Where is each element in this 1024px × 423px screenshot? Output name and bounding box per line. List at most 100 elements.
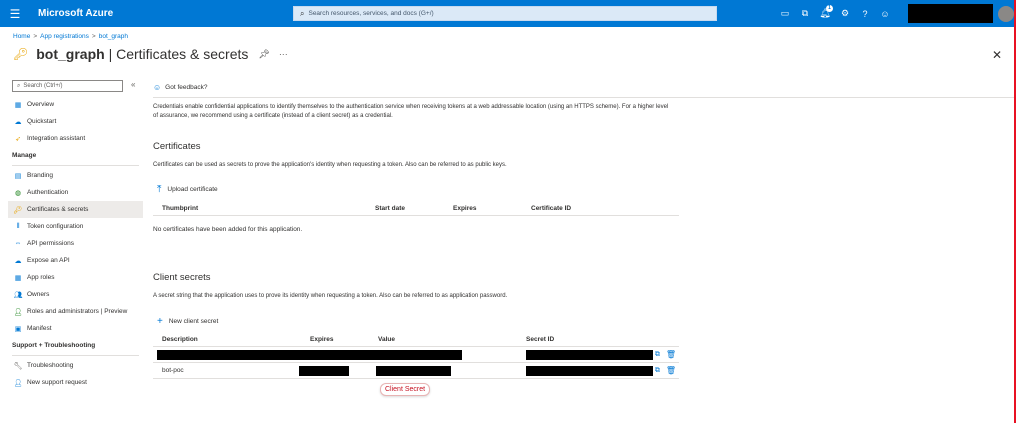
pin-icon[interactable]: 📌︎ — [258, 49, 269, 60]
redacted-description-value — [157, 349, 462, 360]
more-options-icon[interactable]: ··· — [279, 49, 288, 59]
roles-icon: 👤︎ — [13, 308, 23, 316]
sidebar-item-integration-assistant[interactable]: ➶ Integration assistant — [8, 130, 143, 147]
divider — [153, 97, 1014, 98]
branding-icon: ▤ — [14, 172, 22, 180]
col-thumbprint[interactable]: Thumbprint — [153, 205, 375, 212]
sidebar-item-branding[interactable]: ▤ Branding — [8, 167, 143, 184]
app-roles-icon: ▦ — [14, 274, 22, 282]
table-header: Thumbprint Start date Expires Certificat… — [153, 202, 679, 216]
sidebar-search-input[interactable]: ⌕ Search (Ctrl+/) — [12, 80, 123, 92]
copy-icon[interactable]: ⧉ — [655, 351, 660, 359]
search-icon: ⌕ — [300, 8, 305, 18]
manage-heading: Manage — [12, 152, 37, 159]
col-expires[interactable]: Expires — [453, 205, 531, 212]
client-secrets-description: A secret string that the application use… — [153, 293, 508, 299]
trash-icon[interactable]: 🗑︎ — [666, 350, 676, 359]
top-bar: ☰ Microsoft Azure ⌕ Search resources, se… — [0, 0, 1015, 27]
sidebar-item-app-roles[interactable]: ▦ App roles — [8, 269, 143, 286]
col-expires[interactable]: Expires — [310, 336, 378, 343]
client-secrets-table: Description Expires Value Secret ID ⧉ 🗑︎… — [153, 333, 679, 379]
avatar[interactable] — [998, 5, 1014, 22]
upload-certificate-button[interactable]: ⤒ Upload certificate — [157, 184, 218, 195]
no-certificates-message: No certificates have been added for this… — [153, 226, 303, 233]
col-certificate-id[interactable]: Certificate ID — [531, 205, 651, 212]
breadcrumb-app-registrations[interactable]: App registrations — [40, 33, 89, 40]
secret-description: bot-poc — [162, 367, 184, 374]
cloud-icon: ☁ — [14, 257, 22, 265]
sidebar-item-owners[interactable]: 👥︎ Owners — [8, 286, 143, 303]
sidebar-item-overview[interactable]: ▦ Overview — [8, 96, 143, 113]
cloud-shell-icon[interactable]: ▭ — [775, 4, 795, 24]
quickstart-icon: ☁ — [14, 118, 22, 126]
sidebar-item-token-configuration[interactable]: ⦀ Token configuration — [8, 218, 143, 235]
breadcrumb-bot-graph[interactable]: bot_graph — [99, 33, 128, 40]
overview-icon: ▦ — [14, 101, 22, 109]
api-permissions-icon: ⇔ — [14, 240, 22, 247]
sidebar-item-quickstart[interactable]: ☁ Quickstart — [8, 113, 143, 130]
brand-logo[interactable]: Microsoft Azure — [38, 8, 293, 19]
got-feedback-button[interactable]: ☺ Got feedback? — [153, 80, 683, 94]
col-secret-id[interactable]: Secret ID — [526, 336, 676, 343]
sidebar-item-certificates-secrets[interactable]: 🔑︎ Certificates & secrets — [8, 201, 143, 218]
token-icon: ⦀ — [16, 222, 20, 230]
sidebar-item-manifest[interactable]: ▣ Manifest — [8, 320, 143, 337]
certificates-title: Certificates — [153, 141, 201, 152]
client-secret-annotation: Client Secret — [380, 383, 431, 396]
certificates-table: Thumbprint Start date Expires Certificat… — [153, 202, 679, 216]
authentication-icon: ◍ — [14, 189, 22, 197]
breadcrumb: Home > App registrations > bot_graph — [13, 33, 128, 40]
divider — [12, 165, 139, 166]
trash-icon[interactable]: 🗑︎ — [666, 366, 676, 375]
sidebar-item-new-support-request[interactable]: 👤︎ New support request — [8, 374, 143, 391]
global-search-input[interactable]: ⌕ Search resources, services, and docs (… — [293, 6, 717, 21]
col-start-date[interactable]: Start date — [375, 205, 453, 212]
main-content: ☺ Got feedback? Credentials enable confi… — [153, 80, 1014, 121]
table-row: bot-poc ⧉ 🗑︎ — [153, 363, 679, 379]
hamburger-icon[interactable]: ☰ — [0, 7, 30, 21]
redacted-secret-id — [526, 365, 653, 376]
sidebar-item-api-permissions[interactable]: ⇔ API permissions — [8, 235, 143, 252]
col-description[interactable]: Description — [153, 336, 310, 343]
redacted-secret-id — [526, 349, 653, 360]
key-icon: 🔑︎ — [13, 206, 23, 214]
client-secrets-title: Client secrets — [153, 272, 211, 283]
directory-filter-icon[interactable]: ⧉ — [795, 4, 815, 24]
help-icon[interactable]: ? — [855, 4, 875, 24]
support-person-icon: 👤︎ — [13, 379, 23, 387]
breadcrumb-home[interactable]: Home — [13, 33, 30, 40]
collapse-sidebar-icon[interactable]: « — [131, 80, 135, 89]
manifest-icon: ▣ — [14, 325, 22, 333]
table-header: Description Expires Value Secret ID — [153, 333, 679, 347]
settings-gear-icon[interactable]: ⚙ — [835, 4, 855, 24]
feedback-icon: ☺ — [153, 82, 162, 92]
table-row: ⧉ 🗑︎ — [153, 347, 679, 363]
new-client-secret-button[interactable]: + New client secret — [157, 316, 218, 327]
intro-text: Credentials enable confidential applicat… — [153, 104, 669, 119]
feedback-icon[interactable]: ☺ — [875, 4, 895, 24]
divider — [12, 355, 139, 356]
wrench-icon: 🔧︎ — [13, 362, 23, 370]
redacted-expires — [299, 365, 349, 376]
key-icon: 🔑︎ — [13, 47, 29, 61]
search-icon: ⌕ — [17, 82, 21, 89]
support-heading: Support + Troubleshooting — [12, 342, 96, 349]
copy-icon[interactable]: ⧉ — [655, 367, 660, 375]
owners-icon: 👥︎ — [13, 291, 23, 299]
notification-badge: 1 — [826, 4, 833, 12]
sidebar: ▦ Overview ☁ Quickstart ➶ Integration assis… — [8, 96, 143, 391]
sidebar-item-roles-administrators[interactable]: 👤︎ Roles and administrators | Preview — [8, 303, 143, 320]
sidebar-item-authentication[interactable]: ◍ Authentication — [8, 184, 143, 201]
global-search-placeholder: Search resources, services, and docs (G+… — [308, 10, 434, 17]
close-icon[interactable]: ✕ — [992, 48, 1002, 62]
certificates-description: Certificates can be used as secrets to p… — [153, 162, 507, 168]
rocket-icon: ➶ — [15, 135, 21, 143]
toolbar-icons: ▭ ⧉ 🔔︎ 1 ⚙ ? ☺ — [775, 4, 895, 24]
account-name-redacted[interactable] — [908, 4, 993, 23]
upload-icon: ⤒ — [157, 184, 162, 195]
sidebar-item-expose-api[interactable]: ☁ Expose an API — [8, 252, 143, 269]
col-value[interactable]: Value — [378, 336, 526, 343]
sidebar-search-placeholder: Search (Ctrl+/) — [23, 83, 63, 89]
notifications-icon[interactable]: 🔔︎ 1 — [815, 4, 835, 24]
sidebar-item-troubleshooting[interactable]: 🔧︎ Troubleshooting — [8, 357, 143, 374]
